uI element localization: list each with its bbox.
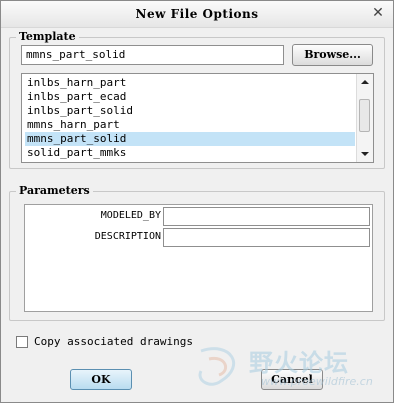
- template-list-item[interactable]: inlbs_harn_part: [25, 76, 355, 90]
- template-list[interactable]: inlbs_harn_part inlbs_part_ecad inlbs_part…: [21, 73, 374, 163]
- new-file-options-dialog: New File Options ✕ Template mmns_part_so…: [0, 0, 394, 403]
- close-icon[interactable]: ✕: [369, 4, 387, 22]
- template-group: Template mmns_part_solid Browse... inlbs…: [9, 30, 385, 169]
- watermark-url: www.proewildfire.cn: [261, 375, 373, 388]
- copy-drawings-checkbox[interactable]: [16, 336, 28, 348]
- template-list-item[interactable]: mmns_harn_part: [25, 118, 355, 132]
- scroll-thumb[interactable]: [359, 99, 370, 132]
- watermark-text: 野火论坛: [249, 349, 349, 377]
- param-input-description[interactable]: [163, 228, 370, 247]
- browse-button[interactable]: Browse...: [292, 44, 373, 66]
- title-bar: New File Options ✕: [1, 1, 393, 28]
- parameters-table: MODELED_BY DESCRIPTION: [24, 204, 373, 312]
- scroll-down-icon[interactable]: [358, 147, 372, 161]
- param-label-description: DESCRIPTION: [94, 231, 161, 242]
- watermark: 野火论坛 www.proewildfire.cn: [191, 341, 391, 401]
- ok-button[interactable]: OK: [70, 369, 132, 390]
- template-list-item[interactable]: solid_part_mmks: [25, 146, 355, 160]
- dialog-title: New File Options: [135, 7, 259, 21]
- copy-drawings-label: Copy associated drawings: [34, 335, 193, 348]
- template-group-label: Template: [16, 30, 79, 43]
- template-input[interactable]: mmns_part_solid: [21, 45, 284, 65]
- scroll-up-icon[interactable]: [358, 75, 372, 89]
- template-list-item[interactable]: mmns_part_solid: [25, 132, 355, 146]
- parameters-group: Parameters MODELED_BY DESCRIPTION: [9, 184, 385, 321]
- template-list-item[interactable]: inlbs_part_solid: [25, 104, 355, 118]
- param-input-modeled-by[interactable]: [163, 207, 370, 226]
- template-list-scrollbar[interactable]: [356, 74, 373, 162]
- watermark-logo-icon: [198, 347, 235, 386]
- parameters-group-label: Parameters: [16, 184, 93, 197]
- param-label-modeled-by: MODELED_BY: [100, 210, 161, 221]
- template-list-item[interactable]: inlbs_part_ecad: [25, 90, 355, 104]
